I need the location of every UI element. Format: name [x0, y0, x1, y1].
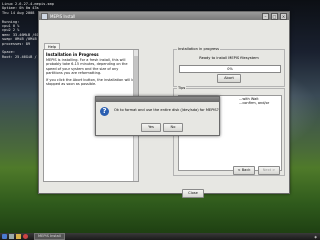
- question-icon: ?: [100, 107, 109, 116]
- tray-icon[interactable]: ◈: [314, 235, 317, 239]
- desktop-icon[interactable]: [9, 234, 14, 239]
- help-paragraph-1: MEPIS is installing. For a fresh install…: [46, 58, 128, 75]
- taskbar: MEPIS Install ◈: [0, 233, 320, 240]
- tips-line-2: ...confirm, and/or: [239, 101, 270, 105]
- progress-percent: 0%: [227, 67, 233, 71]
- confirm-format-dialog[interactable]: ? Ok to format and use the entire disk (…: [95, 96, 220, 136]
- start-menu-icon[interactable]: [2, 234, 7, 239]
- progress-frame: Installation in progress Ready to instal…: [173, 47, 285, 87]
- install-status: Ready to install MEPIS filesystem: [199, 56, 259, 60]
- file-manager-icon[interactable]: [16, 234, 21, 239]
- close-window-button[interactable]: ×: [280, 12, 287, 20]
- maximize-button[interactable]: □: [271, 12, 278, 20]
- dialog-message: Ok to format and use the entire disk (/d…: [114, 108, 219, 112]
- window-titlebar[interactable]: MEPIS Install – □ ×: [39, 12, 289, 20]
- no-button[interactable]: No: [163, 123, 183, 132]
- app-icon: [41, 12, 48, 20]
- taskbar-item-mepis-install[interactable]: MEPIS Install: [34, 233, 65, 240]
- close-button[interactable]: Close: [182, 189, 204, 198]
- abort-button[interactable]: Abort: [217, 74, 241, 83]
- next-button[interactable]: Next >: [258, 166, 280, 175]
- progress-frame-legend: Installation in progress: [177, 47, 220, 51]
- window-title: MEPIS Install: [50, 13, 76, 19]
- progress-bar: 0%: [179, 65, 281, 73]
- scrollbar-thumb[interactable]: [134, 56, 138, 96]
- browser-icon[interactable]: [23, 234, 28, 239]
- help-heading: Installation in Progress: [46, 52, 99, 57]
- dialog-titlebar[interactable]: [96, 97, 219, 102]
- yes-button[interactable]: Yes: [141, 123, 161, 132]
- minimize-button[interactable]: –: [262, 12, 269, 20]
- back-button[interactable]: < Back: [233, 166, 255, 175]
- help-paragraph-2: If you click the Abort button, the insta…: [46, 78, 136, 87]
- tips-frame-legend: Tips: [177, 86, 187, 90]
